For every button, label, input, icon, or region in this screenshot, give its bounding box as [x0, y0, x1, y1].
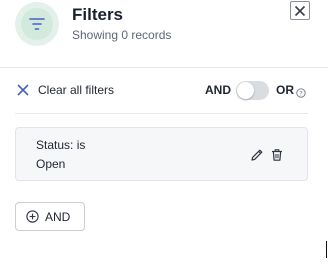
add-and-label: AND: [45, 210, 71, 224]
clear-icon[interactable]: [16, 83, 30, 97]
and-operator-label: AND: [205, 83, 231, 97]
edit-icon[interactable]: [250, 148, 264, 162]
page-title: Filters: [72, 5, 124, 24]
filter-icon: [29, 17, 45, 31]
records-count: Showing 0 records: [72, 28, 172, 42]
svg-text:?: ?: [299, 90, 302, 98]
toggle-knob: [237, 82, 254, 99]
clear-all-filters-button[interactable]: Clear all filters: [38, 83, 114, 97]
condition-value: Open: [36, 157, 66, 171]
filters-header: Filters Showing 0 records: [0, 0, 328, 62]
and-or-toggle[interactable]: [236, 81, 269, 100]
or-operator-label: OR: [276, 83, 294, 97]
text-cursor: [326, 241, 327, 258]
plus-circle-icon: [26, 210, 39, 223]
add-and-condition-button[interactable]: AND: [15, 202, 85, 231]
trash-icon[interactable]: [270, 148, 284, 162]
condition-field: Status: is: [36, 138, 86, 152]
filter-avatar: [15, 2, 59, 46]
close-icon: [294, 5, 306, 17]
close-button[interactable]: [290, 1, 310, 20]
filters-toolbar: Clear all filters AND OR ?: [0, 68, 328, 112]
help-icon[interactable]: ?: [296, 85, 306, 98]
filter-condition-card: Status: is Open: [15, 127, 308, 181]
toolbar-divider: [15, 113, 308, 114]
